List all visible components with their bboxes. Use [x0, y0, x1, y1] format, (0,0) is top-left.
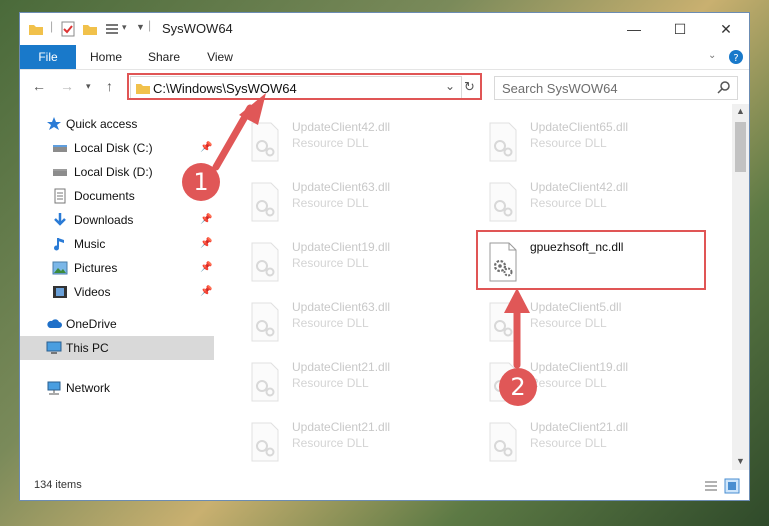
step-badge-1: 1 [182, 163, 220, 201]
annotation-arrows [212, 93, 530, 369]
arrow-head-2 [504, 288, 530, 313]
step-badge-2: 2 [499, 368, 537, 406]
explorer-window: | ▾ ▼ | SysWOW64 — ☐ ✕ File Home Share V… [20, 13, 749, 500]
